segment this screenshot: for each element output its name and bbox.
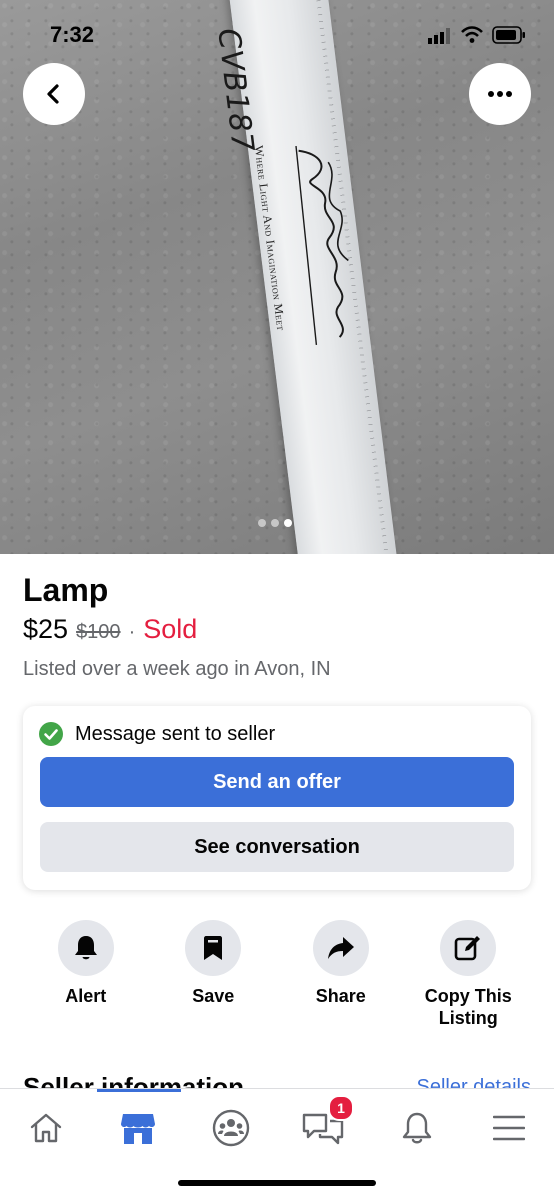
signal-icon bbox=[428, 28, 450, 44]
nav-marketplace[interactable] bbox=[113, 1107, 163, 1149]
price-row: $25 $100 · Sold bbox=[23, 614, 197, 645]
share-button[interactable] bbox=[312, 920, 369, 976]
see-conversation-button[interactable]: See conversation bbox=[40, 822, 514, 872]
message-card: Message sent to seller Send an offer See… bbox=[23, 706, 531, 890]
back-button[interactable] bbox=[23, 63, 85, 125]
price-separator: · bbox=[128, 621, 136, 643]
seller-details-link[interactable]: Seller details bbox=[416, 1076, 531, 1088]
status-bar: 7:32 bbox=[0, 0, 554, 70]
home-icon bbox=[30, 1113, 62, 1143]
photo-pagination bbox=[258, 519, 292, 527]
listing-price: $25 bbox=[23, 614, 69, 644]
pagination-dot-active[interactable] bbox=[284, 519, 292, 527]
share-label: Share bbox=[315, 986, 366, 1006]
more-options-button[interactable] bbox=[469, 63, 531, 125]
marketplace-icon bbox=[121, 1114, 155, 1144]
notifications-icon bbox=[402, 1112, 432, 1144]
nav-menu[interactable] bbox=[484, 1107, 534, 1149]
share-arrow-icon bbox=[327, 937, 354, 959]
bell-icon bbox=[74, 936, 97, 960]
original-price: $100 bbox=[76, 621, 121, 643]
save-label: Save bbox=[192, 986, 235, 1006]
status-time: 7:32 bbox=[50, 22, 95, 47]
copy-listing-label: Copy This Listing bbox=[424, 986, 512, 1028]
nav-messenger[interactable]: 1 bbox=[298, 1095, 354, 1149]
listing-title: Lamp bbox=[23, 572, 109, 608]
message-status-text: Message sent to seller bbox=[75, 722, 276, 745]
nav-notifications[interactable] bbox=[392, 1107, 442, 1149]
seller-section: Seller information Seller details bbox=[0, 1068, 554, 1088]
alert-action[interactable]: Alert bbox=[22, 920, 150, 1029]
listing-photo[interactable]: CVB187 Where Light And Imagination Meet … bbox=[0, 0, 554, 554]
messenger-badge: 1 bbox=[328, 1095, 354, 1121]
nav-groups[interactable] bbox=[206, 1107, 256, 1149]
wifi-icon bbox=[461, 26, 483, 43]
signature-image bbox=[295, 145, 349, 346]
more-dots-icon bbox=[488, 91, 512, 97]
check-circle-icon bbox=[39, 722, 63, 746]
box-tagline-text: Where Light And Imagination Meet bbox=[251, 144, 289, 332]
groups-icon bbox=[212, 1109, 250, 1147]
message-status-row: Message sent to seller bbox=[39, 722, 275, 746]
alert-label: Alert bbox=[65, 986, 107, 1006]
home-indicator[interactable] bbox=[178, 1180, 376, 1186]
menu-icon bbox=[493, 1115, 525, 1141]
chevron-left-icon bbox=[47, 84, 59, 104]
action-row: Alert Save Share Copy This Listing bbox=[22, 920, 532, 1029]
edit-icon bbox=[454, 936, 481, 961]
pagination-dot[interactable] bbox=[271, 519, 279, 527]
bookmark-icon bbox=[204, 936, 223, 960]
active-tab-indicator bbox=[97, 1089, 181, 1092]
alert-button[interactable] bbox=[57, 920, 114, 976]
sold-status: Sold bbox=[143, 614, 198, 644]
battery-icon bbox=[492, 26, 525, 44]
listed-location-text: Listed over a week ago in Avon, IN bbox=[23, 658, 331, 680]
save-action[interactable]: Save bbox=[150, 920, 278, 1029]
copy-listing-button[interactable] bbox=[440, 920, 497, 976]
copy-listing-action[interactable]: Copy This Listing bbox=[405, 920, 533, 1029]
save-button[interactable] bbox=[185, 920, 242, 976]
product-box: CVB187 Where Light And Imagination Meet bbox=[210, 0, 399, 554]
pagination-dot[interactable] bbox=[258, 519, 266, 527]
send-offer-button[interactable]: Send an offer bbox=[40, 757, 514, 807]
seller-information-heading: Seller information bbox=[23, 1072, 245, 1088]
nav-home[interactable] bbox=[21, 1107, 71, 1149]
share-action[interactable]: Share bbox=[277, 920, 405, 1029]
